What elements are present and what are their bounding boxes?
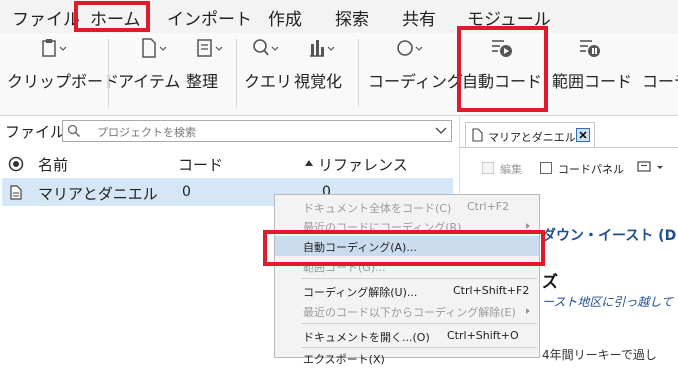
- search-placeholder: プロジェクトを検索: [97, 126, 196, 139]
- document-icon: [10, 185, 22, 200]
- menu-item-label: コーディング解除(U)...: [303, 286, 418, 299]
- code-panel-checkbox[interactable]: [540, 162, 552, 174]
- menu-item-label: ドキュメント全体をコード(C): [303, 202, 452, 215]
- coding-label: コーディング: [368, 72, 463, 91]
- more-coding-label: コーデ: [642, 72, 678, 91]
- item-label: アイテム: [118, 72, 181, 91]
- ribbon-separator: [358, 39, 359, 107]
- auto-coding-highlight: [263, 230, 545, 266]
- coding-button[interactable]: コーディング: [362, 33, 463, 115]
- clipboard-button[interactable]: クリップボード: [0, 33, 119, 115]
- ribbon-separator: [236, 39, 237, 107]
- pane-title: ファイル: [5, 123, 66, 141]
- document-icon: [142, 38, 167, 58]
- chevron-down-icon[interactable]: [435, 127, 447, 135]
- column-header-reference[interactable]: リファレンス: [318, 154, 408, 175]
- code-panel-label: コードパネル: [558, 163, 624, 176]
- auto-code-highlight: [457, 26, 548, 112]
- clipboard-icon: [42, 39, 67, 57]
- close-tab-button[interactable]: [576, 128, 590, 142]
- submenu-arrow-icon: [526, 223, 530, 229]
- range-code-label: 範囲コード: [552, 72, 633, 91]
- document-text-line: 4年間リーキーで過し: [542, 348, 657, 362]
- submenu-arrow-icon: [526, 308, 530, 314]
- menu-import[interactable]: インポート: [167, 5, 252, 30]
- query-label: クエリ: [244, 72, 293, 91]
- home-tab-highlight: [74, 1, 150, 32]
- menu-item-shortcut: Ctrl+Shift+O: [447, 329, 519, 342]
- menu-item-code-whole-document[interactable]: ドキュメント全体をコード(C) Ctrl+F2: [275, 197, 539, 217]
- coding-circle-icon: [397, 40, 423, 56]
- document-tab[interactable]: マリアとダニエル: [465, 122, 595, 148]
- clipboard-label: クリップボード: [7, 72, 120, 91]
- menu-item-uncode-recent[interactable]: 最近のコード以下からコーディング解除(E): [275, 301, 539, 321]
- range-code-button[interactable]: 範囲コード: [550, 33, 632, 115]
- edit-label: 編集: [500, 163, 522, 176]
- edit-checkbox[interactable]: [482, 162, 494, 174]
- visualize-button[interactable]: 視覚化: [290, 33, 352, 115]
- menu-item-label: 最近のコード以下からコーディング解除(E): [303, 306, 516, 319]
- ribbon-toolbar: クリップボード アイテム 整理 クエリ 視覚化 コーディング 自動コード 範囲コ…: [0, 33, 678, 116]
- tab-title: マリアとダニエル: [488, 131, 576, 144]
- add-column-icon[interactable]: [8, 156, 24, 172]
- row-name: マリアとダニエル: [38, 185, 158, 203]
- menu-item-shortcut: Ctrl+Shift+F2: [453, 284, 530, 297]
- comment-icon[interactable]: [637, 161, 667, 175]
- menu-separator: [301, 278, 537, 279]
- magnifier-icon: [253, 39, 279, 56]
- ribbon-separator: [108, 39, 109, 107]
- bar-chart-icon: [310, 40, 335, 57]
- project-search-input[interactable]: プロジェクトを検索: [62, 120, 452, 142]
- menu-create[interactable]: 作成: [268, 5, 302, 30]
- menu-item-uncode[interactable]: コーディング解除(U)... Ctrl+Shift+F2: [275, 281, 539, 301]
- menu-item-open-document[interactable]: ドキュメントを開く...(O) Ctrl+Shift+O: [275, 326, 539, 346]
- menu-item-shortcut: Ctrl+F2: [467, 200, 510, 213]
- item-button[interactable]: アイテム: [112, 33, 180, 115]
- document-text-line: ースト地区に引っ越して: [542, 295, 674, 309]
- column-header-name[interactable]: 名前: [38, 154, 68, 175]
- menu-explore[interactable]: 探索: [335, 5, 369, 30]
- menu-item-export[interactable]: エクスポート(X): [275, 348, 539, 368]
- context-menu: ドキュメント全体をコード(C) Ctrl+F2 最近のコードにコーディング(R)…: [274, 194, 540, 366]
- more-coding-button[interactable]: コーデ: [640, 33, 678, 115]
- menu-file[interactable]: ファイル: [12, 5, 80, 30]
- visualize-label: 視覚化: [294, 72, 343, 91]
- search-icon: [67, 124, 81, 138]
- document-heading: ダウン・イースト (D: [542, 228, 677, 244]
- menu-item-label: エクスポート(X): [303, 353, 385, 366]
- menu-separator: [301, 323, 537, 324]
- tab-divider: [460, 147, 678, 148]
- document-subheading: ズ: [542, 272, 559, 291]
- menu-share[interactable]: 共有: [402, 5, 436, 30]
- query-button[interactable]: クエリ: [240, 33, 292, 115]
- organize-label: 整理: [186, 72, 219, 91]
- organize-button[interactable]: 整理: [182, 33, 230, 115]
- row-code-count: 0: [182, 184, 191, 200]
- column-header-code[interactable]: コード: [178, 154, 223, 175]
- close-icon: [579, 131, 587, 139]
- menu-item-label: ドキュメントを開く...(O): [303, 331, 430, 344]
- range-code-icon: [580, 40, 600, 57]
- sort-ascending-icon: [305, 160, 313, 166]
- organize-icon: [197, 39, 223, 57]
- document-icon: [472, 128, 483, 142]
